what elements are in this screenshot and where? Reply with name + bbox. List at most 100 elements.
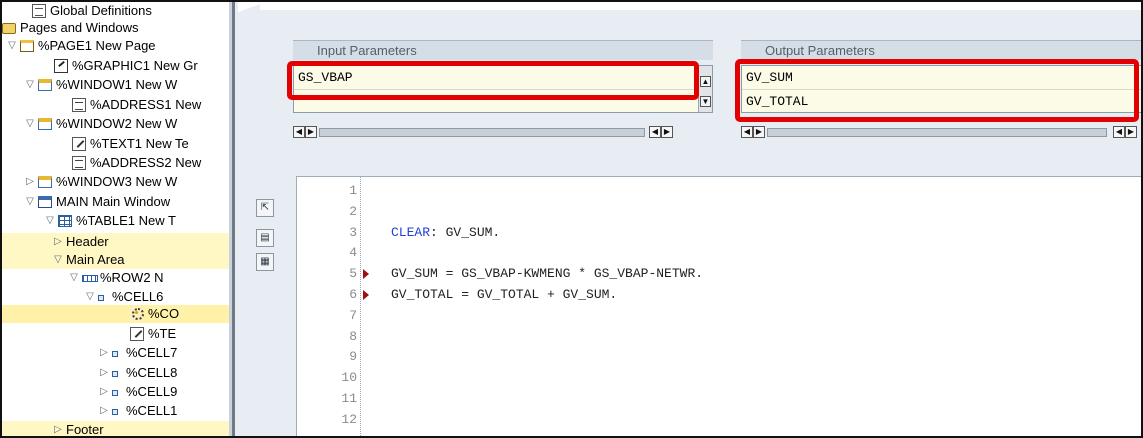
tree-item-label: %GRAPHIC1 New Gr [72, 58, 198, 73]
tree-item[interactable]: ▷ %WINDOW3 New W [2, 173, 232, 191]
tree-item[interactable]: %GRAPHIC1 New Gr [2, 57, 232, 75]
form-tree: Global Definitions▽Pages and Windows▽%PA… [2, 2, 235, 436]
window-icon [38, 79, 52, 91]
cell-icon [112, 390, 118, 396]
tree-item[interactable]: ▽ %WINDOW1 New W [2, 76, 232, 94]
line-number: 1 [349, 183, 357, 198]
cell-icon [98, 295, 104, 301]
tree-item-label: %TABLE1 New T [76, 213, 176, 228]
tree-item-label: %CELL1 [126, 403, 178, 418]
line-number: 2 [349, 203, 357, 219]
tree-item[interactable]: %ADDRESS1 New [2, 96, 232, 114]
scroll-up-icon[interactable]: ▲ [700, 76, 711, 87]
page-icon [20, 40, 34, 52]
scroll-track[interactable] [319, 128, 645, 137]
expand-icon[interactable]: ▷ [52, 233, 64, 251]
tree-item-label: %ADDRESS1 New [90, 97, 202, 112]
cell-icon [112, 351, 118, 357]
line-number: 4 [349, 245, 357, 261]
scroll-left-icon[interactable]: ◀ [741, 126, 753, 138]
expand-icon[interactable]: ▷ [98, 344, 110, 362]
tree-item[interactable]: ▽ %PAGE1 New Page [2, 37, 232, 55]
scroll-left-icon[interactable]: ◀ [1113, 126, 1125, 138]
tree-item[interactable]: Global Definitions [2, 2, 232, 20]
tree-item[interactable]: %TE [2, 325, 232, 343]
scroll-down-icon[interactable]: ▼ [700, 96, 711, 107]
line-number: 6 [349, 287, 357, 302]
collapse-icon[interactable]: ▽ [44, 212, 56, 230]
text-icon [72, 137, 86, 151]
tree-item[interactable]: ▷ %CELL1 [2, 402, 232, 420]
tree-vertical-scrollbar[interactable] [229, 2, 232, 436]
window-icon [38, 176, 52, 188]
address-icon [72, 156, 86, 170]
tree-item[interactable]: %TEXT1 New Te [2, 135, 232, 153]
keyword: CLEAR [391, 224, 431, 240]
tree-item[interactable]: %CO [2, 305, 232, 323]
tree-item-label: %WINDOW1 New W [56, 77, 178, 92]
cell-icon [112, 409, 118, 415]
code-editor[interactable]: 1 2 3 CLEAR: GV_SUM. 4 5 GV_SUM = GS_VBAP-KWME… [296, 176, 1141, 436]
code-line[interactable]: GV_SUM = GS_VBAP-KWMENG * GS_VBAP-NETWR. [391, 264, 703, 283]
collapse-icon[interactable]: ▽ [24, 193, 36, 211]
row-icon [82, 275, 98, 282]
line-number: 11 [341, 391, 357, 406]
tree-item[interactable]: ▷ %CELL9 [2, 383, 232, 401]
collapse-icon[interactable]: ▽ [24, 115, 36, 133]
tree-item[interactable]: ▷ %CELL7 [2, 344, 232, 362]
collapse-icon[interactable]: ▽ [24, 76, 36, 94]
tree-item-label: %CELL6 [112, 289, 164, 304]
line-number: 10 [341, 370, 357, 386]
scroll-right-icon[interactable]: ▶ [661, 126, 673, 138]
scroll-right-icon[interactable]: ▶ [753, 126, 765, 138]
tree-item[interactable]: ▽Pages and Windows [2, 19, 232, 37]
document-icon [32, 4, 46, 18]
tree-item-label: %ADDRESS2 New [90, 155, 202, 170]
insert-line-icon[interactable]: ⇱ [256, 199, 274, 217]
text-icon [130, 327, 144, 341]
collapse-icon[interactable]: ▽ [84, 288, 96, 306]
scroll-left-icon[interactable]: ◀ [649, 126, 661, 138]
tree-item[interactable]: ▷ Header [2, 233, 232, 251]
tree-item[interactable]: ▽ MAIN Main Window [2, 193, 232, 211]
breakpoint-marker-icon [363, 290, 369, 300]
tree-item-label: Header [66, 234, 109, 249]
tree-item[interactable]: ▽ %WINDOW2 New W [2, 115, 232, 133]
tree-item-label: %CELL7 [126, 345, 178, 360]
folder-icon [2, 23, 16, 34]
scroll-track[interactable] [767, 128, 1107, 137]
scroll-right-icon[interactable]: ▶ [305, 126, 317, 138]
tree-item[interactable]: ▽ Main Area [2, 251, 232, 269]
table-icon [58, 215, 72, 227]
tree-item[interactable]: ▽ %ROW2 N [2, 269, 232, 287]
tree-item-label: %PAGE1 New Page [38, 38, 156, 53]
pretty-print-icon[interactable]: ▤ [256, 229, 274, 247]
input-params-vertical-scrollbar[interactable]: ▲ ▼ [698, 66, 712, 112]
expand-icon[interactable]: ▷ [52, 421, 64, 436]
collapse-icon[interactable]: ▽ [68, 269, 80, 287]
scroll-left-icon[interactable]: ◀ [293, 126, 305, 138]
tree-item[interactable]: ▽ %TABLE1 New T [2, 212, 232, 230]
line-number: 3 [349, 224, 357, 240]
output-params-horizontal-scrollbar[interactable]: ◀ ▶ ◀ ▶ [741, 126, 1141, 140]
input-parameters-header: Input Parameters [293, 40, 713, 60]
code-line[interactable]: GV_TOTAL = GV_TOTAL + GV_SUM. [391, 285, 617, 304]
output-param-highlight [735, 59, 1139, 122]
expand-icon[interactable]: ▷ [98, 364, 110, 382]
block-icon[interactable]: ▦ [256, 253, 274, 271]
output-parameters-header: Output Parameters [741, 40, 1141, 60]
expand-icon[interactable]: ▷ [98, 402, 110, 420]
code-line[interactable]: CLEAR: GV_SUM. [391, 223, 500, 242]
collapse-icon[interactable]: ▽ [6, 37, 18, 55]
expand-icon[interactable]: ▷ [98, 383, 110, 401]
tree-item[interactable]: ▷ Footer [2, 421, 232, 436]
program-lines-icon [130, 307, 144, 321]
expand-icon[interactable]: ▷ [24, 173, 36, 191]
collapse-icon[interactable]: ▽ [52, 251, 64, 269]
input-params-horizontal-scrollbar[interactable]: ◀ ▶ ◀ ▶ [293, 126, 713, 140]
tree-item[interactable]: ▽ %CELL6 [2, 288, 232, 306]
tree-item[interactable]: ▷ %CELL8 [2, 364, 232, 382]
breakpoint-marker-icon [363, 269, 369, 280]
tree-item[interactable]: %ADDRESS2 New [2, 154, 232, 172]
scroll-right-icon[interactable]: ▶ [1125, 126, 1137, 138]
